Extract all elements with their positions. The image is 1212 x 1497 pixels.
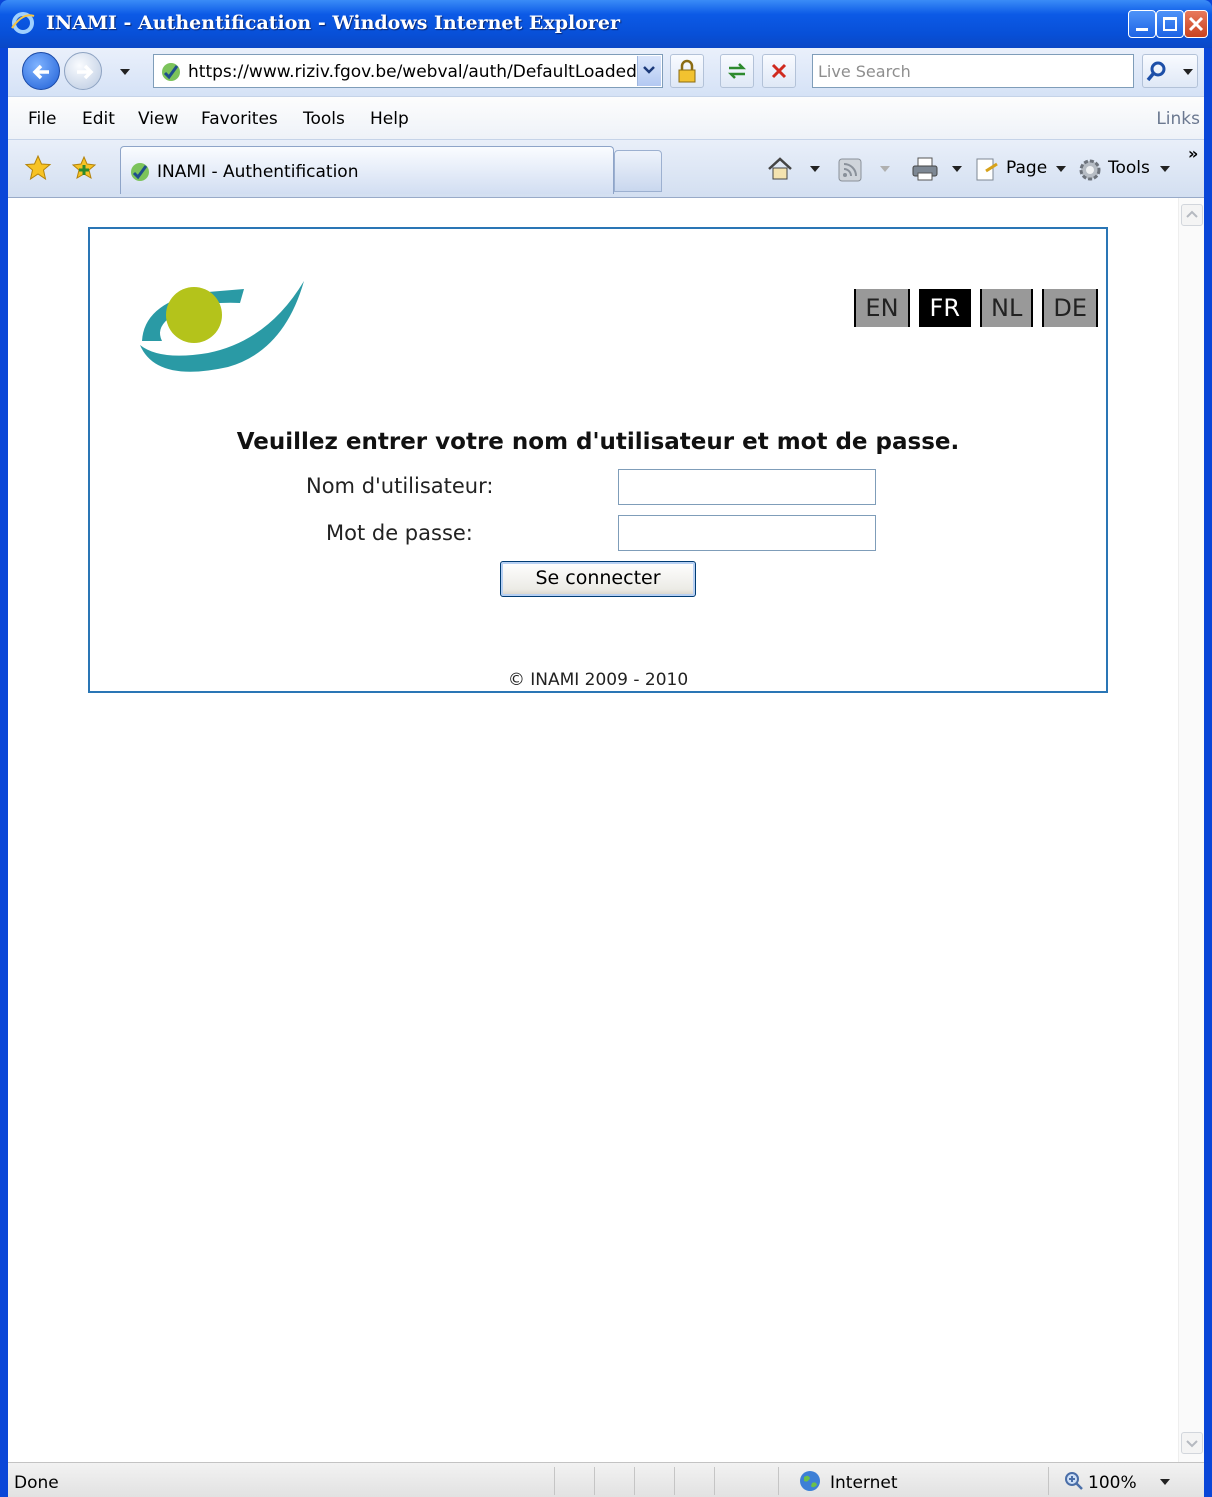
- lang-nl-button[interactable]: NL: [980, 289, 1034, 327]
- page-menu-button[interactable]: Page: [1006, 158, 1047, 178]
- back-button[interactable]: [22, 52, 60, 90]
- menu-view[interactable]: View: [138, 109, 178, 129]
- browser-window: INAMI - Authentification - Windows Inter…: [0, 0, 1212, 1497]
- page-favicon-icon: [162, 63, 180, 81]
- page-dropdown-icon[interactable]: [1056, 166, 1066, 172]
- zoom-dropdown-icon[interactable]: [1160, 1479, 1170, 1485]
- stop-icon: [771, 63, 787, 79]
- scroll-up-button[interactable]: [1181, 204, 1203, 226]
- lang-en-button[interactable]: EN: [854, 289, 910, 327]
- page-favicon-icon: [131, 163, 149, 181]
- status-bar: Done Internet 100%: [8, 1462, 1204, 1497]
- lock-icon: [678, 59, 696, 83]
- search-button[interactable]: [1142, 54, 1198, 88]
- zoom-icon: [1065, 1472, 1083, 1490]
- menu-help[interactable]: Help: [370, 109, 409, 129]
- favorites-star-icon[interactable]: [24, 154, 52, 182]
- menu-file[interactable]: File: [28, 109, 56, 129]
- copyright-text: © INAMI 2009 - 2010: [507, 670, 689, 690]
- password-label: Mot de passe:: [326, 521, 473, 545]
- status-text: Done: [14, 1473, 59, 1493]
- forward-arrow-icon: [77, 64, 94, 80]
- tab-inami-authentification[interactable]: INAMI - Authentification: [120, 146, 614, 194]
- search-options-dropdown-icon[interactable]: [1183, 69, 1193, 75]
- chevron-more-icon[interactable]: »: [1188, 144, 1198, 163]
- ie-logo-icon: [11, 12, 35, 34]
- menu-favorites[interactable]: Favorites: [201, 109, 278, 129]
- close-icon: [1188, 16, 1204, 32]
- tab-label: INAMI - Authentification: [157, 162, 359, 182]
- refresh-button[interactable]: [720, 54, 754, 88]
- maximize-button[interactable]: [1156, 10, 1184, 38]
- window-title: INAMI - Authentification - Windows Inter…: [46, 12, 620, 34]
- add-favorite-icon[interactable]: [70, 154, 98, 182]
- login-button[interactable]: Se connecter: [500, 561, 696, 597]
- close-window-button[interactable]: [1184, 10, 1208, 38]
- page-content: EN FR NL DE Veuillez entrer votre nom d'…: [8, 198, 1204, 1462]
- stop-button[interactable]: [762, 54, 796, 88]
- minimize-button[interactable]: [1128, 10, 1156, 38]
- print-dropdown-icon[interactable]: [952, 166, 962, 172]
- tools-menu-button[interactable]: Tools: [1108, 158, 1150, 178]
- lang-de-button[interactable]: DE: [1042, 289, 1098, 327]
- security-lock-button[interactable]: [670, 54, 704, 88]
- back-arrow-icon: [32, 64, 49, 80]
- forward-button[interactable]: [64, 52, 102, 90]
- lang-fr-button[interactable]: FR: [918, 289, 972, 327]
- zoom-level[interactable]: 100%: [1088, 1473, 1137, 1493]
- links-toolbar[interactable]: Links: [1156, 109, 1200, 129]
- inami-logo: [140, 281, 304, 372]
- chevron-down-icon: [1186, 1440, 1198, 1448]
- address-toolbar: https://www.riziv.fgov.be/webval/auth/De…: [8, 48, 1204, 96]
- url-text: https://www.riziv.fgov.be/webval/auth/De…: [188, 62, 638, 82]
- username-label: Nom d'utilisateur:: [306, 474, 494, 498]
- home-dropdown-icon[interactable]: [810, 166, 820, 172]
- language-selector: EN FR NL DE: [845, 289, 1098, 327]
- search-input[interactable]: Live Search: [812, 54, 1134, 88]
- menu-tools[interactable]: Tools: [303, 109, 345, 129]
- page-icon: [976, 158, 998, 181]
- refresh-icon: [727, 63, 747, 79]
- security-zone-label: Internet: [830, 1473, 898, 1493]
- print-icon[interactable]: [910, 156, 940, 182]
- chevron-up-icon: [1186, 210, 1198, 218]
- password-field[interactable]: [618, 515, 876, 551]
- vertical-scrollbar[interactable]: [1178, 198, 1204, 1462]
- menu-bar: File Edit View Favorites Tools Help Link…: [8, 96, 1204, 140]
- tab-bar: INAMI - Authentification Page Tools »: [8, 140, 1204, 198]
- gear-icon: [1079, 159, 1101, 181]
- feeds-dropdown-icon: [880, 166, 890, 172]
- username-field[interactable]: [618, 469, 876, 505]
- login-heading: Veuillez entrer votre nom d'utilisateur …: [236, 429, 960, 455]
- address-field[interactable]: https://www.riziv.fgov.be/webval/auth/De…: [153, 54, 663, 88]
- title-bar: INAMI - Authentification - Windows Inter…: [0, 0, 1212, 48]
- search-icon: [1146, 61, 1166, 82]
- internet-zone-icon: [800, 1471, 820, 1491]
- menu-edit[interactable]: Edit: [82, 109, 115, 129]
- search-placeholder: Live Search: [818, 62, 911, 81]
- tools-dropdown-icon[interactable]: [1160, 166, 1170, 172]
- home-icon[interactable]: [766, 156, 794, 182]
- scroll-down-button[interactable]: [1181, 1432, 1203, 1454]
- new-tab-button[interactable]: [614, 150, 662, 192]
- recent-pages-dropdown-icon[interactable]: [120, 69, 130, 75]
- address-dropdown-button[interactable]: [637, 56, 661, 86]
- chevron-down-icon: [643, 66, 655, 74]
- login-panel: EN FR NL DE Veuillez entrer votre nom d'…: [88, 227, 1108, 693]
- feeds-icon[interactable]: [838, 158, 862, 182]
